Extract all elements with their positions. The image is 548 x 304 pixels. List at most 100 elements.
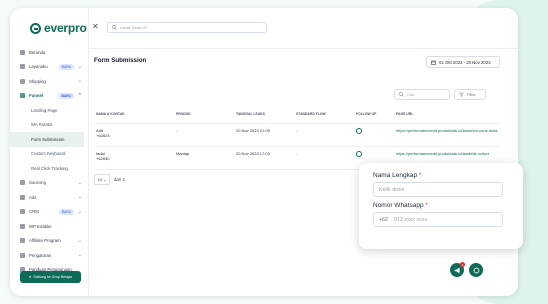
calendar-icon (431, 60, 436, 65)
truck-icon (20, 78, 25, 84)
sidebar-item-affiliate[interactable]: Affiliate Program ⌄ (10, 234, 88, 249)
per-page-select[interactable]: 10 ⌄ (94, 174, 110, 185)
topbar: ✕ Lacak Order ID (88, 8, 518, 49)
main-content: ✕ Lacak Order ID Form Submission 01 Okt … (88, 8, 518, 296)
sidebar-item-wp-enabler[interactable]: WP Enabler (10, 219, 88, 234)
sidebar-item-label: CRM (29, 209, 39, 215)
funnel-icon (20, 93, 25, 99)
plug-icon (20, 223, 25, 229)
form-preview-card: Nama Lengkap * Ketik disini Nomor Whatsa… (359, 163, 523, 249)
table-header-row: NAMA & KONTAK PRODUK TANGGAL LEADS STAND… (94, 104, 500, 124)
name-field-label: Nama Lengkap * (373, 172, 422, 179)
page-url-link[interactable]: https://performanceedit.produkbisk.id/la… (396, 151, 489, 156)
sidebar-item-label: Shipping (29, 78, 46, 84)
chevron-down-icon: ⌄ (77, 194, 82, 201)
sidebar-subitem-custom-keyboard[interactable]: Custom Keyboard (10, 147, 88, 162)
whatsapp-chat-button[interactable] (469, 263, 483, 277)
column-header: TANGGAL LEADS (234, 104, 294, 124)
whatsapp-field[interactable]: +62 812 xxxx xxxx (373, 212, 503, 227)
chevron-down-icon: ⌄ (77, 208, 82, 215)
whatsapp-placeholder: 812 xxxx xxxx (394, 216, 427, 223)
filter-label: Filter (467, 92, 476, 97)
sidebar-item-funnel[interactable]: Funnel BARU ⌃ (10, 89, 88, 104)
submissions-table: NAMA & KONTAK PRODUK TANGGAL LEADS STAND… (94, 104, 500, 170)
sidebar-item-label: Beranda (29, 49, 46, 55)
whatsapp-icon[interactable] (356, 151, 362, 157)
sidebar-item-crm[interactable]: CRM BARU ⌄ (10, 205, 88, 220)
chevron-down-icon: ⌄ (77, 63, 82, 70)
contact-phone: +62823 (96, 133, 110, 138)
sidebar-item-sourcing[interactable]: Sourcing ⌄ (10, 176, 88, 191)
required-mark: * (418, 172, 422, 179)
search-placeholder: Lacak Order ID (120, 25, 148, 30)
flow-cell: - (294, 123, 354, 147)
filter-button[interactable]: Filter (454, 89, 486, 100)
search-icon (399, 92, 404, 97)
sidebar-subitem-landing-page[interactable]: Landing Page (10, 103, 88, 118)
filter-icon (459, 92, 464, 97)
chevron-down-icon: ⌄ (77, 179, 82, 186)
column-header: PAGE URL (394, 104, 500, 124)
users-icon (20, 209, 25, 215)
pagination: 10 ⌄ dari 2 (94, 174, 125, 185)
sidebar-item-layanaku[interactable]: Layanaku BARU ⌄ (10, 60, 88, 75)
sidebar-nav: Beranda Layanaku BARU ⌄ Shipping ⌄ Funne… (10, 45, 88, 277)
sidebar-subitem-real-click-tracking[interactable]: Real Click Tracking (10, 161, 88, 176)
page-url-link[interactable]: https://performanceedit.produkbisk.id/la… (396, 128, 497, 133)
sidebar-item-label: WP Enabler (29, 223, 52, 229)
sidebar-subitem-wa-rotator[interactable]: WA Rotator (10, 118, 88, 133)
url-cell: https://performanceedit.produkbisk.id/la… (394, 123, 500, 147)
logo-icon (30, 22, 41, 34)
whatsapp-icon[interactable] (356, 128, 362, 134)
megaphone-icon (454, 267, 460, 273)
product-cell: Mantap (174, 146, 234, 170)
megaphone-icon (20, 194, 25, 200)
sidebar-subitem-form-submission[interactable]: Form Submission (10, 132, 84, 147)
contact-cell: Iadal +62830 (94, 146, 174, 170)
chevron-down-icon: ⌄ (77, 252, 82, 259)
join-group-label: Gabung ke Grup Belajar (33, 275, 72, 279)
date-range-value: 01 Okt 2023 - 20 Nov 2023 (439, 59, 491, 65)
sidebar-item-beranda[interactable]: Beranda (10, 45, 88, 60)
sidebar-item-pengaturan[interactable]: Pengaturan ⌄ (10, 248, 88, 263)
chevron-down-icon: ⌄ (103, 177, 107, 182)
flow-cell: - (294, 146, 354, 170)
grid-icon (20, 64, 25, 70)
whatsapp-icon (473, 267, 479, 273)
date-range-picker[interactable]: 01 Okt 2023 - 20 Nov 2023 (426, 56, 500, 68)
column-header: PRODUK (174, 104, 234, 124)
sidebar-item-shipping[interactable]: Shipping ⌄ (10, 74, 88, 89)
brand-logo[interactable]: everpro (30, 21, 87, 35)
app-window: everpro Beranda Layanaku BARU ⌄ Shipping… (10, 8, 518, 296)
sidebar-item-label: Layanaku (29, 64, 48, 70)
column-header: FOLLOW UP (354, 104, 394, 124)
close-icon[interactable]: ✕ (92, 22, 99, 31)
search-input[interactable]: Lacak Order ID (107, 22, 267, 33)
column-header: NAMA & KONTAK (94, 104, 174, 124)
pagination-label: dari 2 (114, 177, 125, 182)
product-cell: - (174, 123, 234, 147)
announcement-button[interactable]: 2 (450, 262, 465, 277)
find-input[interactable]: Cari (394, 89, 450, 100)
sidebar-item-ads[interactable]: Ads ⌄ (10, 190, 88, 205)
join-group-button[interactable]: ● Gabung ke Grup Belajar (20, 271, 81, 283)
contact-phone: +62830 (96, 156, 110, 161)
chevron-down-icon: ⌄ (77, 78, 82, 85)
required-mark: * (425, 202, 428, 209)
page-title: Form Submission (94, 57, 147, 64)
table-row: Adit +62823 - 20 Nov 2023 21:09 - https:/… (94, 123, 500, 147)
find-placeholder: Cari (407, 92, 415, 97)
sidebar-item-label: Pengaturan (29, 252, 52, 258)
sidebar-item-label: Ads (29, 194, 37, 200)
column-header: STANDARD FLOW (294, 104, 354, 124)
chevron-down-icon: ⌄ (77, 237, 82, 244)
whatsapp-field-label: Nomor Whatsapp * (373, 202, 428, 209)
country-code: +62 (379, 216, 388, 223)
date-cell: 20 Nov 2023 17:03 (234, 146, 294, 170)
new-badge: BARU (58, 208, 74, 215)
date-cell: 20 Nov 2023 21:09 (234, 123, 294, 147)
name-field[interactable]: Ketik disini (373, 182, 503, 197)
notification-badge: 2 (460, 262, 465, 267)
sidebar: everpro Beranda Layanaku BARU ⌄ Shipping… (10, 8, 89, 296)
share-icon (20, 238, 25, 244)
